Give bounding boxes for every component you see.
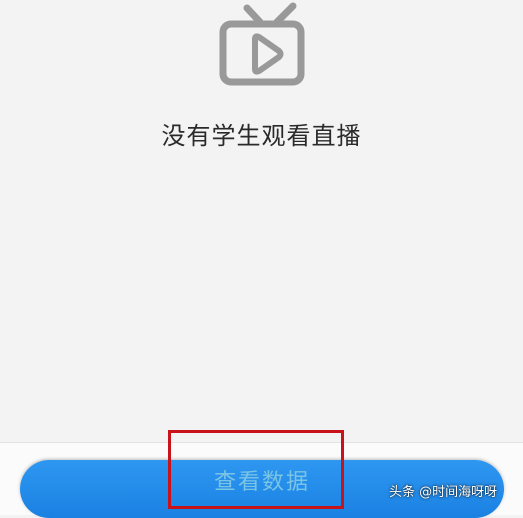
empty-state-message: 没有学生观看直播 [161,122,362,150]
live-stream-panel: 没有学生观看直播 [0,0,523,442]
watermark: 头条 @时间海呀呀 [389,485,498,500]
tv-play-icon [219,2,305,86]
annotation-highlight-box [168,430,344,509]
